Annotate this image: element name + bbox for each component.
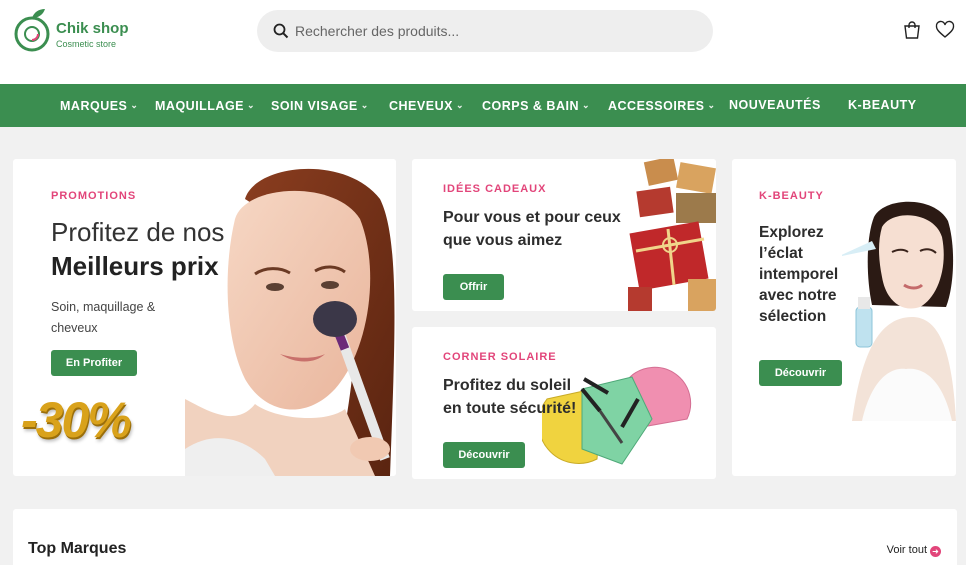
heart-icon[interactable] [935, 20, 955, 40]
see-all-link[interactable]: Voir tout ➜ [887, 544, 941, 557]
promo-headline-1: Profitez de nos [51, 217, 225, 247]
promo-cta-button[interactable]: En Profiter [51, 350, 137, 376]
brand-name: Chik shop [56, 20, 129, 37]
k-beauty-eyebrow: K-BEAUTY [759, 190, 824, 202]
search-bar[interactable] [257, 10, 713, 52]
chevron-down-icon: ⌄ [360, 100, 369, 110]
nav-item-accessoires[interactable]: ACCESSOIRES ⌄ [608, 84, 716, 127]
nav-item-maquillage[interactable]: MAQUILLAGE ⌄ [155, 84, 255, 127]
main-nav: MARQUES ⌄ MAQUILLAGE ⌄ SOIN VISAGE ⌄ CHEVEU… [0, 84, 966, 127]
gift-ideas-banner[interactable]: IDÉES CADEAUX Pour vous et pour ceux que… [412, 159, 716, 311]
k-beauty-banner[interactable]: K-BEAUTY Explorez l’éclat intemporel ave… [732, 159, 956, 476]
chevron-down-icon: ⌄ [455, 100, 464, 110]
cart-icon[interactable] [902, 20, 922, 40]
sun-eyebrow: CORNER SOLAIRE [443, 351, 557, 363]
k-beauty-model-image [842, 197, 956, 421]
nav-item-k-beauty[interactable]: K-BEAUTY [848, 84, 917, 127]
sun-corner-banner[interactable]: CORNER SOLAIRE Profitez du soleil en tou… [412, 327, 716, 479]
nav-item-corps-bain[interactable]: CORPS & BAIN ⌄ [482, 84, 590, 127]
chevron-down-icon: ⌄ [247, 100, 256, 110]
brand-tagline: Cosmetic store [56, 39, 117, 49]
chevron-down-icon: ⌄ [130, 100, 139, 110]
promo-description: Soin, maquillage & cheveux [51, 300, 156, 335]
arrow-right-icon: ➜ [930, 546, 941, 557]
nav-item-soin-visage[interactable]: SOIN VISAGE ⌄ [271, 84, 369, 127]
chevron-down-icon: ⌄ [581, 100, 591, 110]
k-beauty-title: Explorez l’éclat intemporel avec notre s… [759, 224, 839, 325]
gifts-cta-button[interactable]: Offrir [443, 274, 504, 300]
site-header: Chik shop Cosmetic store [0, 0, 966, 84]
logo[interactable]: Chik shop Cosmetic store [12, 6, 142, 58]
promo-headline-2: Meilleurs prix [51, 251, 219, 281]
search-input[interactable] [295, 10, 695, 52]
nav-item-cheveux[interactable]: CHEVEUX ⌄ [389, 84, 464, 127]
gifts-title: Pour vous et pour ceux que vous aimez [443, 209, 621, 249]
search-icon[interactable] [273, 23, 289, 39]
chevron-down-icon: ⌄ [707, 100, 716, 110]
model-makeup-image [185, 159, 396, 476]
promo-banner[interactable]: PROMOTIONS Profitez de nos Meilleurs pri… [13, 159, 396, 476]
top-brands-section: Top Marques Voir tout ➜ [13, 509, 957, 565]
nav-item-nouveautes[interactable]: NOUVEAUTÉS [729, 84, 821, 127]
k-beauty-cta-button[interactable]: Découvrir [759, 360, 842, 386]
apple-logo-icon [14, 9, 50, 52]
sun-title: Profitez du soleil en toute sécurité! [443, 377, 577, 417]
discount-badge: -30% [21, 392, 132, 448]
nav-item-marques[interactable]: MARQUES ⌄ [60, 84, 138, 127]
gift-boxes-image [628, 159, 716, 311]
sun-cta-button[interactable]: Découvrir [443, 442, 525, 468]
gifts-eyebrow: IDÉES CADEAUX [443, 183, 547, 195]
promo-eyebrow: PROMOTIONS [51, 190, 137, 202]
section-title: Top Marques [28, 540, 127, 557]
